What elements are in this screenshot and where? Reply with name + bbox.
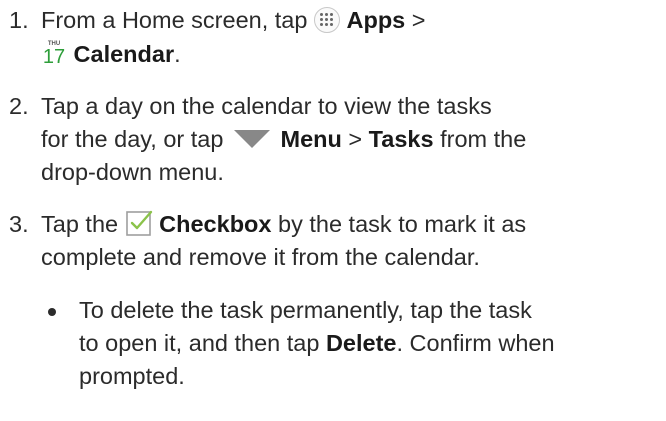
step-text: Tap a day on the calendar to view the ta… [41, 93, 492, 119]
step-text: > [411, 7, 426, 33]
tasks-label: Tasks [368, 126, 434, 152]
menu-label: Menu [280, 126, 342, 152]
bullet-text: prompted. [79, 363, 185, 389]
calendar-icon: THU 17 [41, 40, 67, 68]
bullet-line-3: prompted. [79, 360, 185, 392]
bullet-text: . Confirm when [396, 330, 555, 356]
delete-label: Delete [325, 330, 397, 356]
bullet-text: to open it, and then tap [79, 330, 320, 356]
checkbox-icon [125, 209, 153, 237]
step-text: complete and remove it from the calendar… [41, 244, 480, 270]
step-text: > [348, 126, 363, 152]
step-text: from the [440, 126, 527, 152]
step-text: by the task to mark it as [278, 211, 527, 237]
step-number: 3. [9, 211, 29, 237]
apps-label: Apps [346, 7, 406, 33]
bullet-line-2: to open it, and then tap Delete. Confirm… [79, 327, 555, 359]
bullet-dot [48, 308, 56, 316]
step-1-line-2: THU 17 Calendar. [41, 38, 181, 70]
bullet-text: To delete the task permanently, tap the … [79, 297, 532, 323]
menu-triangle-icon [233, 129, 270, 148]
step-number: 1. [9, 7, 29, 33]
step-text: . [174, 41, 181, 67]
step-2-line-1: Tap a day on the calendar to view the ta… [41, 90, 492, 122]
step-3-line-1: Tap the Checkbox by the task to mark it … [41, 208, 526, 240]
apps-icon [313, 6, 340, 33]
step-2-line-3: drop-down menu. [41, 156, 224, 188]
step-3-line-2: complete and remove it from the calendar… [41, 241, 480, 273]
calendar-label: Calendar [73, 41, 175, 67]
checkbox-label: Checkbox [159, 211, 272, 237]
step-1-line-1: From a Home screen, tap Apps > [41, 4, 426, 36]
step-text: for the day, or tap [41, 126, 224, 152]
step-number: 2. [9, 93, 29, 119]
step-text: drop-down menu. [41, 159, 224, 185]
step-text: From a Home screen, tap [41, 7, 308, 33]
step-text: Tap the [41, 211, 119, 237]
calendar-icon-day: 17 [42, 45, 66, 68]
bullet-line-1: To delete the task permanently, tap the … [79, 294, 532, 326]
step-2-line-2: for the day, or tap Menu > Tasks from th… [41, 123, 526, 155]
